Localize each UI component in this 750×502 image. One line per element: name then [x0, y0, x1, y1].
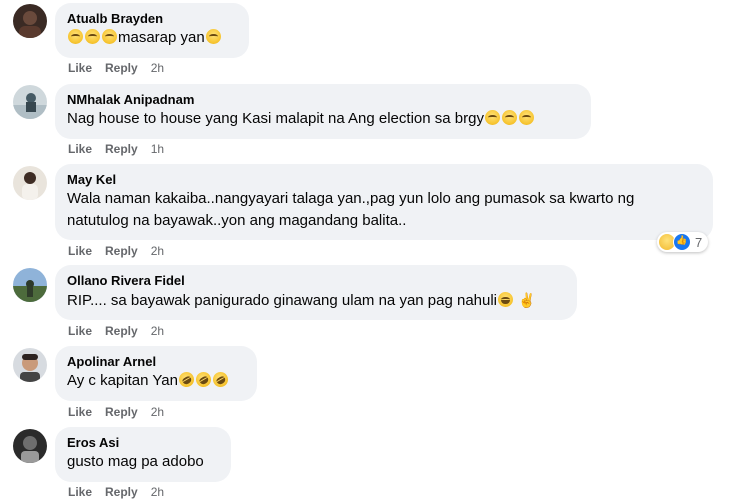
- comment-text-line-1: Wala naman kakaiba..nangyayari talaga ya…: [67, 190, 635, 207]
- comment-author[interactable]: May Kel: [67, 171, 701, 188]
- timestamp[interactable]: 1h: [151, 142, 164, 156]
- comment-bubble: Eros Asi gusto mag pa adobo: [55, 427, 231, 482]
- laughing-emoji-icon: [498, 292, 514, 307]
- reaction-count: 7: [695, 234, 703, 250]
- like-button[interactable]: Like: [68, 405, 92, 419]
- timestamp[interactable]: 2h: [151, 61, 164, 75]
- reply-button[interactable]: Reply: [105, 244, 138, 258]
- reply-button[interactable]: Reply: [105, 61, 138, 75]
- comment-bubble: Apolinar Arnel Ay c kapitan Yan: [55, 346, 257, 401]
- avatar[interactable]: [13, 4, 47, 38]
- comment-author[interactable]: NMhalak Anipadnam: [67, 91, 579, 108]
- reply-button[interactable]: Reply: [105, 485, 138, 499]
- comment-actions: Like Reply 2h: [68, 405, 177, 419]
- comment-text: gusto mag pa adobo: [67, 453, 204, 470]
- timestamp[interactable]: 2h: [151, 324, 164, 338]
- comment-bubble: NMhalak Anipadnam Nag house to house yan…: [55, 84, 591, 139]
- rofl-emoji-icon: [193, 369, 214, 390]
- reaction-summary[interactable]: 7: [657, 232, 709, 252]
- comment-bubble: Ollano Rivera Fidel RIP.... sa bayawak p…: [55, 265, 577, 320]
- avatar[interactable]: [13, 348, 47, 382]
- avatar[interactable]: [13, 429, 47, 463]
- smile-emoji-icon: [205, 29, 221, 44]
- like-button[interactable]: Like: [68, 142, 92, 156]
- smile-emoji-icon: [501, 110, 517, 125]
- timestamp[interactable]: 2h: [151, 405, 164, 419]
- comment-actions: Like Reply 2h: [68, 485, 177, 499]
- comment-text-line-2: natutulog na bayawak..yon ang magandang …: [67, 212, 407, 229]
- smile-emoji-icon: [484, 110, 500, 125]
- rofl-emoji-icon: [176, 369, 197, 390]
- comment-author[interactable]: Ollano Rivera Fidel: [67, 272, 565, 289]
- like-button[interactable]: Like: [68, 485, 92, 499]
- smile-emoji-icon: [518, 110, 534, 125]
- avatar[interactable]: [13, 85, 47, 119]
- like-button[interactable]: Like: [68, 61, 92, 75]
- comment-author[interactable]: Eros Asi: [67, 434, 219, 451]
- comment-actions: Like Reply 2h: [68, 61, 177, 75]
- smile-emoji-icon: [68, 29, 83, 44]
- comment-text: Ay c kapitan Yan: [67, 369, 245, 392]
- comment-author[interactable]: Apolinar Arnel: [67, 353, 245, 370]
- comment-text: masarap yan: [67, 27, 237, 49]
- comment-bubble: Atualb Brayden masarap yan: [55, 3, 249, 58]
- comment-actions: Like Reply 1h: [68, 142, 177, 156]
- smile-emoji-icon: [85, 29, 100, 44]
- reply-button[interactable]: Reply: [105, 142, 138, 156]
- reply-button[interactable]: Reply: [105, 405, 138, 419]
- victory-hand-emoji-icon: ✌: [518, 292, 536, 308]
- rofl-emoji-icon: [210, 369, 231, 390]
- smile-emoji-icon: [102, 29, 117, 44]
- avatar[interactable]: [13, 166, 47, 200]
- like-reaction-icon: [673, 233, 691, 251]
- comment-actions: Like Reply 2h: [68, 324, 177, 338]
- reply-button[interactable]: Reply: [105, 324, 138, 338]
- avatar[interactable]: [13, 268, 47, 302]
- comment-actions: Like Reply 2h: [68, 244, 177, 258]
- timestamp[interactable]: 2h: [151, 485, 164, 499]
- like-button[interactable]: Like: [68, 324, 92, 338]
- like-button[interactable]: Like: [68, 244, 92, 258]
- comment-bubble: May Kel Wala naman kakaiba..nangyayari t…: [55, 164, 713, 240]
- comment-author[interactable]: Atualb Brayden: [67, 10, 237, 27]
- comment-text: Nag house to house yang Kasi malapit na …: [67, 108, 579, 130]
- comment-text: RIP.... sa bayawak panigurado ginawang u…: [67, 292, 536, 309]
- timestamp[interactable]: 2h: [151, 244, 164, 258]
